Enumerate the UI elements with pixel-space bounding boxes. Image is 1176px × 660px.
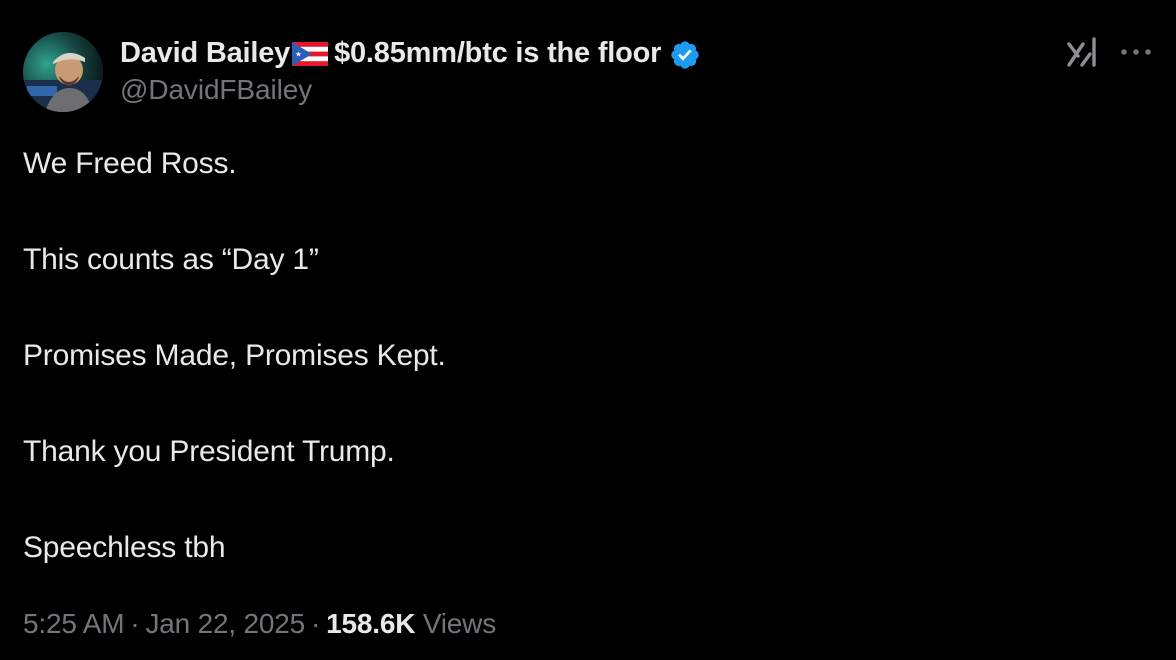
more-horizontal-icon[interactable] (1118, 40, 1154, 64)
line-break (23, 284, 1143, 332)
verified-badge-icon[interactable] (669, 39, 701, 71)
tweet-line: We Freed Ross. (23, 147, 237, 180)
author-handle[interactable]: @DavidFBailey (120, 74, 880, 106)
tweet-line: Thank you President Trump. (23, 435, 395, 468)
meta-separator: · (130, 608, 140, 639)
views-count[interactable]: 158.6K (326, 608, 415, 639)
line-break (23, 188, 1143, 236)
grok-icon[interactable] (1064, 34, 1100, 70)
tweet-card: David Bailey $0.85mm/btc is the floor @D… (0, 0, 1176, 660)
author-display-name[interactable]: David Bailey (120, 37, 290, 70)
author-info: David Bailey $0.85mm/btc is the floor @D… (120, 34, 880, 114)
views-label[interactable]: Views (423, 608, 496, 639)
author-name-row[interactable]: David Bailey $0.85mm/btc is the floor (120, 34, 880, 72)
tweet-text: We Freed Ross. This counts as “Day 1” Pr… (23, 140, 1143, 572)
tweet-line: This counts as “Day 1” (23, 243, 319, 276)
tweet-meta: 5:25 AM · Jan 22, 2025 · 158.6K Views (23, 604, 496, 644)
tweet-time[interactable]: 5:25 AM (23, 608, 125, 639)
tweet-line: Promises Made, Promises Kept. (23, 339, 446, 372)
line-break (23, 380, 1143, 428)
avatar[interactable] (23, 32, 103, 112)
tweet-date[interactable]: Jan 22, 2025 (145, 608, 305, 639)
puerto-rico-flag-icon (292, 42, 329, 66)
author-name-suffix[interactable]: $0.85mm/btc is the floor (334, 37, 661, 70)
meta-separator: · (311, 608, 321, 639)
tweet-line: Speechless tbh (23, 531, 226, 564)
line-break (23, 476, 1143, 524)
